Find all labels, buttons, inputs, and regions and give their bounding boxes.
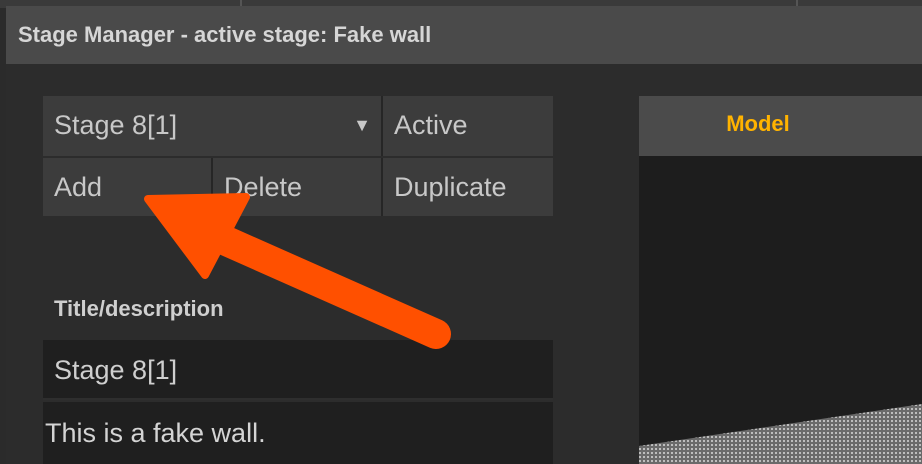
model-viewport[interactable]: Model [639,96,922,464]
duplicate-button[interactable]: Duplicate [383,158,553,216]
grid-floor [639,404,922,464]
grid-floor-surface [639,404,922,464]
stage-select-value: Stage 8[1] [54,110,178,140]
dialog-title[interactable]: Stage Manager - active stage: Fake wall [6,6,922,64]
stage-description-field[interactable]: This is a fake wall. [43,402,553,464]
stage-manager-dialog: Stage Manager - active stage: Fake wall … [6,6,922,464]
triangle-down-icon: ▼ [353,115,371,135]
tab-model[interactable]: Model [639,96,922,156]
title-description-label: Title/description [54,296,224,321]
active-button[interactable]: Active [383,96,553,156]
delete-button[interactable]: Delete [213,158,383,216]
add-button[interactable]: Add [43,158,213,216]
stage-title-field[interactable]: Stage 8[1] [43,340,553,400]
stage-select-dropdown[interactable]: Stage 8[1] ▼ [43,96,383,156]
